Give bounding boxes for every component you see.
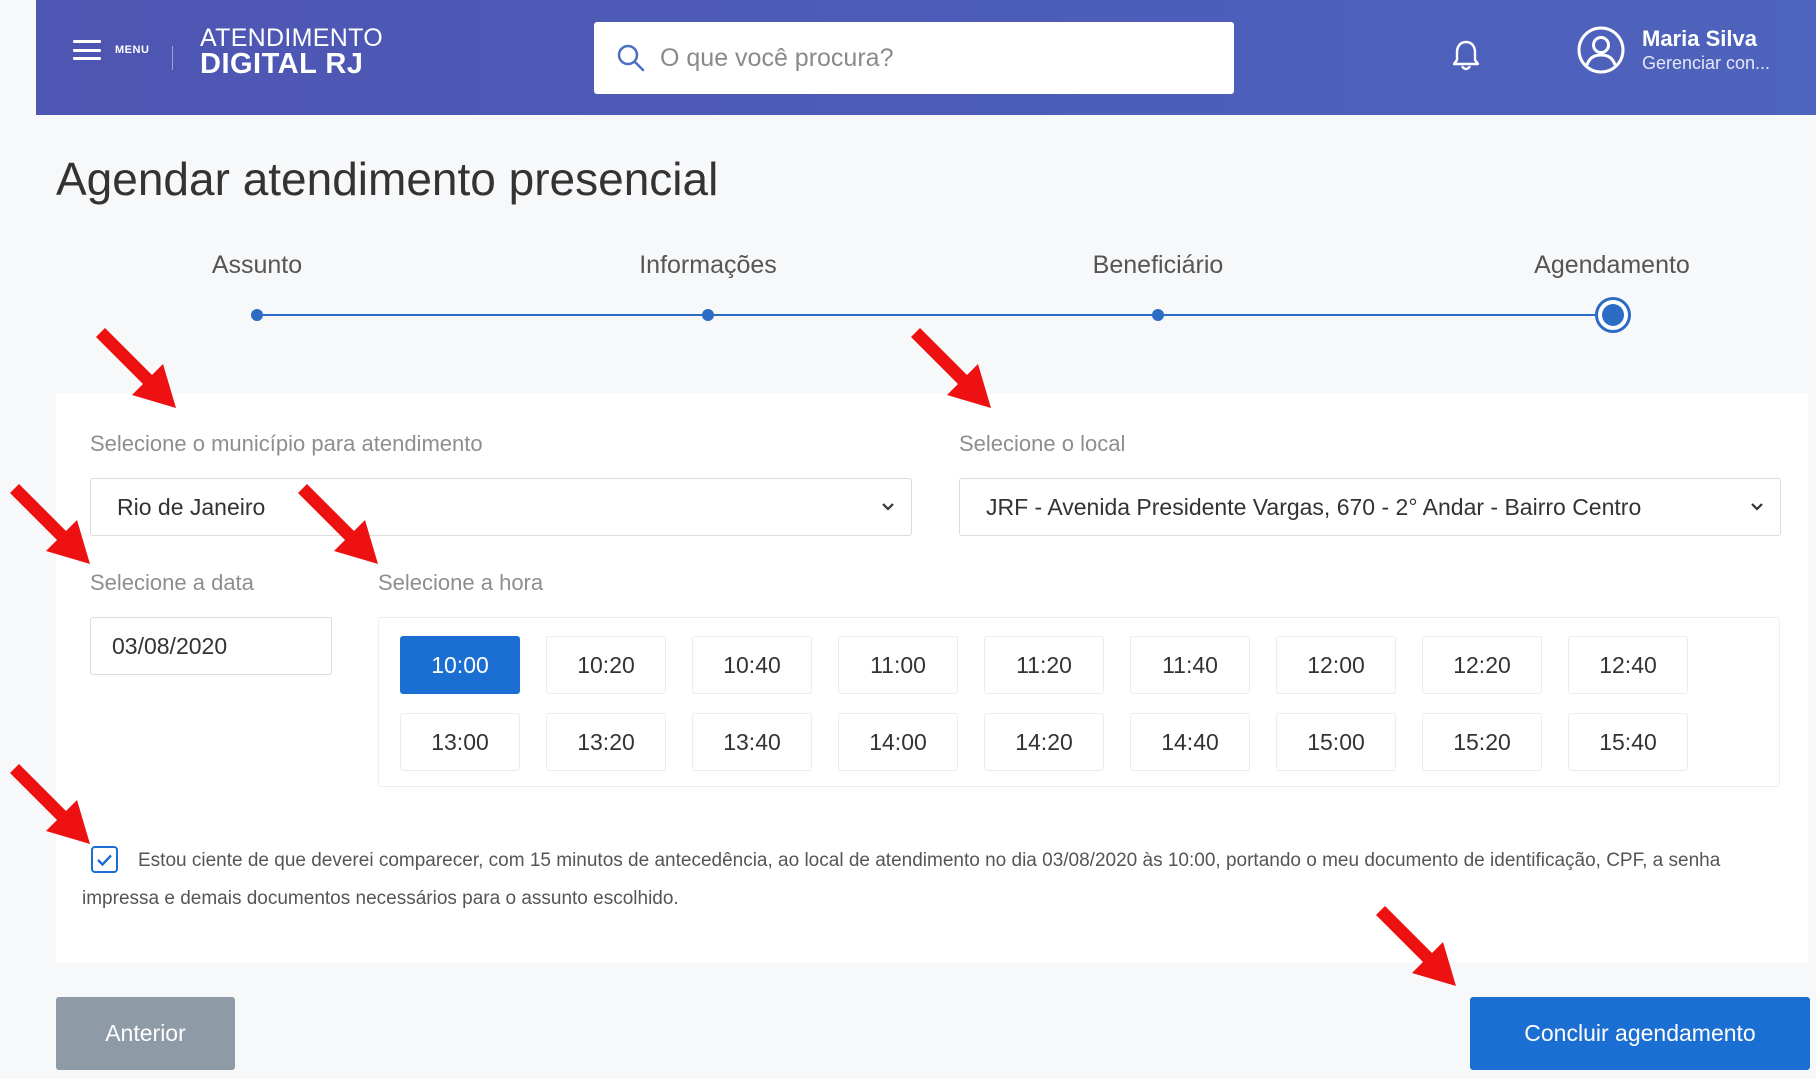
time-slot-button[interactable]: 13:40 (692, 713, 812, 771)
time-slot-button[interactable]: 13:00 (400, 713, 520, 771)
municipio-label: Selecione o município para atendimento (90, 431, 483, 456)
consent-text: Estou ciente de que deverei comparecer, … (82, 850, 1721, 909)
previous-button[interactable]: Anterior (56, 997, 235, 1070)
step-label-informacoes: Informações (639, 251, 777, 279)
step-label-agendamento: Agendamento (1534, 251, 1690, 279)
time-slot-button[interactable]: 14:00 (838, 713, 958, 771)
time-slot-button[interactable]: 11:40 (1130, 636, 1250, 694)
annotation-arrow-consent (10, 764, 90, 844)
step-label-assunto: Assunto (211, 251, 303, 279)
chevron-down-icon (882, 503, 894, 511)
step-dot-informacoes[interactable] (702, 309, 714, 321)
step-label-beneficiario: Beneficiário (1092, 251, 1224, 279)
time-slot-button[interactable]: 10:20 (546, 636, 666, 694)
municipio-value: Rio de Janeiro (117, 493, 266, 520)
menu-label: MENU (115, 44, 150, 56)
search-icon (617, 44, 645, 72)
annotation-arrow-confirm (1376, 906, 1456, 986)
search-input[interactable] (658, 42, 1182, 74)
data-label: Selecione a data (90, 570, 254, 595)
time-slot-button[interactable]: 15:00 (1276, 713, 1396, 771)
page-title: Agendar atendimento presencial (56, 153, 719, 205)
user-avatar-icon (1577, 26, 1625, 74)
top-header: MENU ATENDIMENTO DIGITAL RJ Maria Silva … (36, 0, 1816, 115)
annotation-arrow-hora (298, 484, 378, 564)
stepper-line (257, 314, 1602, 316)
municipio-select[interactable]: Rio de Janeiro (90, 478, 912, 536)
time-slot-button[interactable]: 11:00 (838, 636, 958, 694)
time-slot-button[interactable]: 10:00 (400, 636, 520, 694)
bell-icon[interactable] (1450, 38, 1482, 74)
time-slot-button[interactable]: 12:40 (1568, 636, 1688, 694)
user-name: Maria Silva (1642, 26, 1757, 51)
manage-account-link[interactable]: Gerenciar con... (1642, 53, 1770, 74)
user-account-menu[interactable]: Maria Silva Gerenciar con... (1576, 25, 1770, 75)
header-divider (172, 46, 173, 70)
menu-button[interactable]: MENU (73, 40, 149, 60)
local-label: Selecione o local (959, 431, 1126, 456)
step-dot-agendamento-active (1595, 297, 1631, 333)
annotation-arrow-data (10, 484, 90, 564)
time-slot-button[interactable]: 13:20 (546, 713, 666, 771)
step-dot-assunto[interactable] (251, 309, 263, 321)
time-slot-button[interactable]: 15:20 (1422, 713, 1542, 771)
site-logo[interactable]: ATENDIMENTO DIGITAL RJ (200, 26, 383, 79)
step-dot-beneficiario[interactable] (1152, 309, 1164, 321)
search-box[interactable] (594, 22, 1234, 94)
local-value: JRF - Avenida Presidente Vargas, 670 - 2… (986, 493, 1642, 520)
time-slot-button[interactable]: 10:40 (692, 636, 812, 694)
hora-label: Selecione a hora (378, 570, 544, 595)
time-slot-button[interactable]: 11:20 (984, 636, 1104, 694)
time-slot-button[interactable]: 12:20 (1422, 636, 1542, 694)
annotation-arrow-local (911, 328, 991, 408)
local-select[interactable]: JRF - Avenida Presidente Vargas, 670 - 2… (959, 478, 1781, 536)
confirm-schedule-button[interactable]: Concluir agendamento (1470, 997, 1810, 1070)
time-slot-button[interactable]: 12:00 (1276, 636, 1396, 694)
date-input[interactable]: 03/08/2020 (90, 617, 332, 675)
annotation-arrow-municipio (96, 328, 176, 408)
time-slot-button[interactable]: 14:20 (984, 713, 1104, 771)
time-slot-button[interactable]: 14:40 (1130, 713, 1250, 771)
hamburger-icon (73, 40, 101, 60)
logo-line-2: DIGITAL RJ (200, 48, 364, 80)
time-slot-button[interactable]: 15:40 (1568, 713, 1688, 771)
chevron-down-icon (1751, 503, 1763, 511)
